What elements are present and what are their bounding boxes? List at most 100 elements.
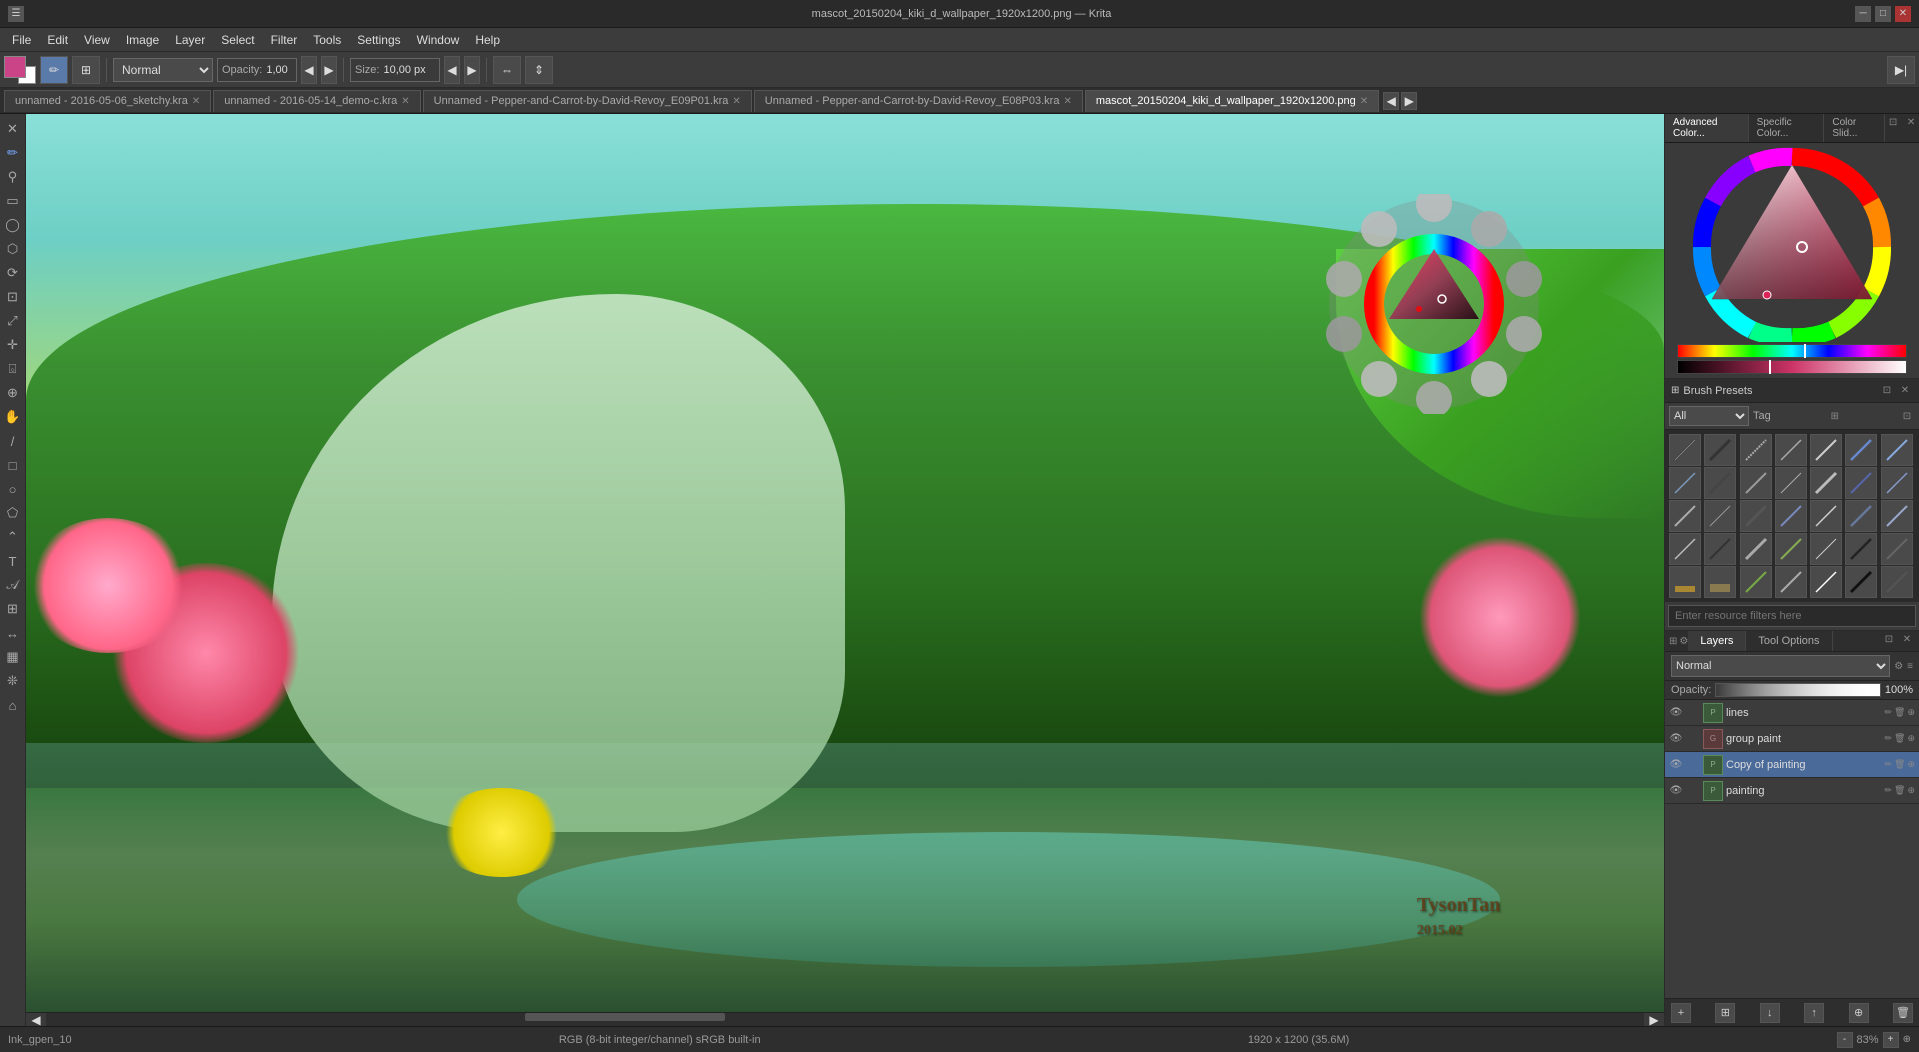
tool-smart-patch[interactable]: ⌂ [2,694,24,716]
layer-row-painting[interactable]: 👁 P painting ✏ 🗑 ⊕ [1665,778,1919,804]
minimize-button[interactable]: ─ [1855,6,1871,22]
layer-row-group[interactable]: 👁 G group paint ✏ 🗑 ⊕ [1665,726,1919,752]
color-wheel-popup[interactable] [1324,194,1544,414]
brush-item-14[interactable] [1881,467,1913,499]
tool-brush[interactable]: ✏ [2,142,24,164]
tab-pepper-e08[interactable]: Unnamed - Pepper-and-Carrot-by-David-Rev… [754,90,1083,112]
layer-delete-btn[interactable]: 🗑 [1893,1003,1913,1023]
tab-scroll-left[interactable]: ◀ [1383,92,1399,110]
brush-item-9[interactable] [1704,467,1736,499]
tool-assistant[interactable]: ⊞ [2,598,24,620]
tool-select-lasso[interactable]: ⟳ [2,262,24,284]
tool-text[interactable]: T [2,550,24,572]
brush-item-7[interactable] [1881,434,1913,466]
brush-item-18[interactable] [1775,500,1807,532]
layer-painting-more[interactable]: ⊕ [1907,785,1915,796]
tab-sketchy-close[interactable]: ✕ [192,96,200,107]
brush-item-12[interactable] [1810,467,1842,499]
brush-item-24[interactable] [1740,533,1772,565]
adv-tab-advanced[interactable]: Advanced Color... [1665,114,1749,142]
layer-lines-edit[interactable]: ✏ [1884,707,1892,718]
tool-select-poly[interactable]: ⬡ [2,238,24,260]
opacity-decrease[interactable]: ◀ [301,56,317,84]
tool-path[interactable]: ⌃ [2,526,24,548]
layer-add-btn[interactable]: + [1671,1003,1691,1023]
brush-item-13[interactable] [1845,467,1877,499]
brush-item-34[interactable] [1845,566,1877,598]
layer-painting-edit[interactable]: ✏ [1884,785,1892,796]
tool-select-ellipse[interactable]: ◯ [2,214,24,236]
mirror-v-btn[interactable]: ⇕ [525,56,553,84]
close-button[interactable]: ✕ [1895,6,1911,22]
hscroll-thumb[interactable] [525,1013,725,1021]
brush-item-29[interactable] [1669,566,1701,598]
brush-item-27[interactable] [1845,533,1877,565]
menu-view[interactable]: View [76,31,118,49]
brush-item-1[interactable] [1669,434,1701,466]
tool-freehand-select[interactable]: ✕ [2,118,24,140]
tool-select-rect[interactable]: ▭ [2,190,24,212]
canvas-area[interactable]: TysonTan2015.02 [26,114,1664,1026]
brush-item-8[interactable] [1669,467,1701,499]
brush-item-28[interactable] [1881,533,1913,565]
zoom-in-btn[interactable]: + [1883,1032,1899,1048]
layer-copy-edit[interactable]: ✏ [1884,759,1892,770]
menu-icon[interactable]: ☰ [8,6,24,22]
brush-item-11[interactable] [1775,467,1807,499]
brush-item-17[interactable] [1740,500,1772,532]
maximize-button[interactable]: □ [1875,6,1891,22]
layer-row-copy-painting[interactable]: 👁 P Copy of painting ✏ 🗑 ⊕ [1665,752,1919,778]
layer-group-btn[interactable]: ⊞ [1715,1003,1735,1023]
menu-filter[interactable]: Filter [263,31,306,49]
layer-copy-more[interactable]: ⊕ [1907,759,1915,770]
hscroll-right[interactable]: ▶ [1644,1013,1664,1027]
brush-item-33[interactable] [1810,566,1842,598]
layer-opacity-bar[interactable] [1715,683,1881,697]
layer-copy-btn[interactable]: ⊕ [1849,1003,1869,1023]
brush-item-19[interactable] [1810,500,1842,532]
adv-panel-close[interactable]: ✕ [1903,114,1919,130]
adv-tab-slider[interactable]: Color Slid... [1824,114,1885,142]
brush-item-25[interactable] [1775,533,1807,565]
tool-eyedropper[interactable]: ⌺ [2,358,24,380]
tool-pan[interactable]: ✋ [2,406,24,428]
layer-lines-more[interactable]: ⊕ [1907,707,1915,718]
brush-item-31[interactable] [1740,566,1772,598]
panel-toggle-btn[interactable]: ▶| [1887,56,1915,84]
brush-item-21[interactable] [1881,500,1913,532]
menu-select[interactable]: Select [213,31,262,49]
layer-copy-delete[interactable]: 🗑 [1894,759,1905,770]
tool-crop[interactable]: ⊡ [2,286,24,308]
brush-presets-btn[interactable]: ⊞ [72,56,100,84]
layer-move-down-btn[interactable]: ↓ [1760,1003,1780,1023]
brush-item-3[interactable] [1740,434,1772,466]
brush-item-2[interactable] [1704,434,1736,466]
menu-layer[interactable]: Layer [167,31,213,49]
lightness-slider[interactable] [1677,360,1907,374]
layer-options-icon[interactable]: ≡ [1907,661,1913,672]
opacity-increase[interactable]: ▶ [321,56,337,84]
brush-item-22[interactable] [1669,533,1701,565]
menu-settings[interactable]: Settings [349,31,408,49]
menu-file[interactable]: File [4,31,39,49]
layers-panel-close[interactable]: ✕ [1899,631,1915,647]
brush-item-23[interactable] [1704,533,1736,565]
tool-ellipse[interactable]: ○ [2,478,24,500]
brush-item-20[interactable] [1845,500,1877,532]
canvas-hscroll[interactable]: ◀ ▶ [26,1012,1664,1026]
tool-options-tab[interactable]: Tool Options [1746,631,1832,651]
layer-group-edit[interactable]: ✏ [1884,733,1892,744]
tool-multibrush[interactable]: ❊ [2,670,24,692]
brush-item-10[interactable] [1740,467,1772,499]
tool-fill[interactable]: ⚲ [2,166,24,188]
size-decrease[interactable]: ◀ [444,56,460,84]
layer-group-visibility[interactable]: 👁 [1669,732,1683,746]
brush-item-5[interactable] [1810,434,1842,466]
tool-calligraphy[interactable]: 𝒜 [2,574,24,596]
brush-all-select[interactable]: All [1669,406,1749,426]
layers-tab[interactable]: Layers [1688,631,1746,651]
tool-gradient[interactable]: ▦ [2,646,24,668]
brush-item-15[interactable] [1669,500,1701,532]
brush-filter-input[interactable] [1668,605,1916,627]
adv-tab-specific[interactable]: Specific Color... [1749,114,1825,142]
